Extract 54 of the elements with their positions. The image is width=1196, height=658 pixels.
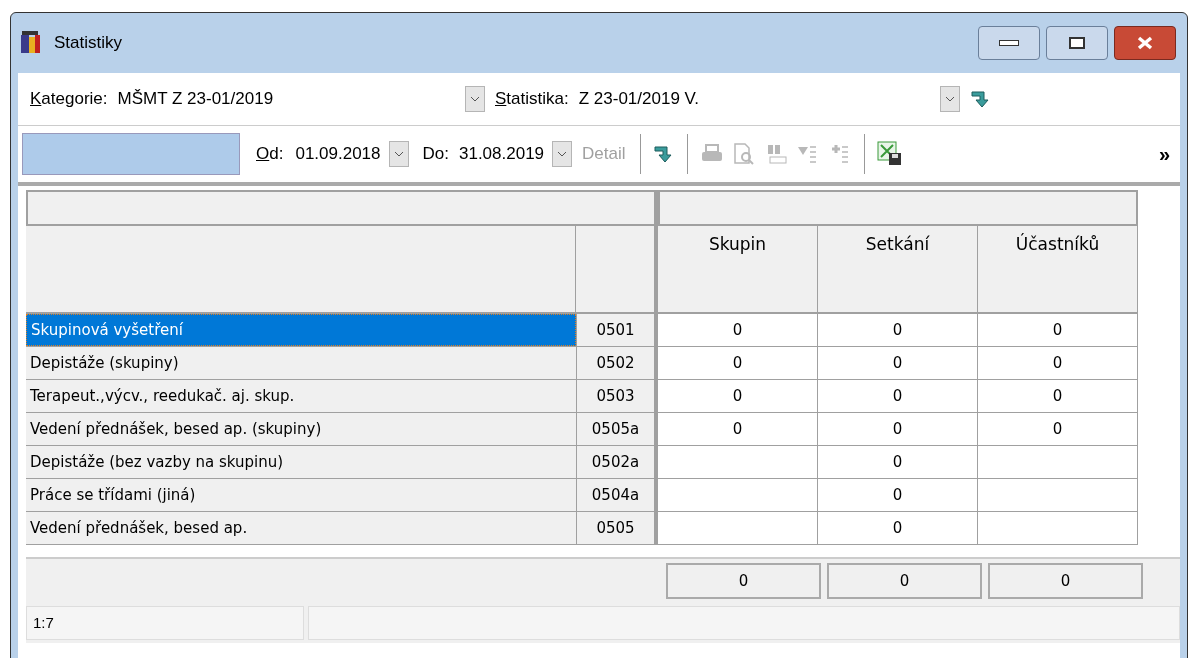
status-position: 1:7 <box>26 606 304 640</box>
search-field[interactable] <box>22 133 240 175</box>
dropdown-button[interactable] <box>940 86 960 112</box>
field-label: Statistika: <box>495 88 569 111</box>
chevron-down-icon <box>557 151 568 157</box>
date-value[interactable]: 01.09.2018 <box>295 141 381 167</box>
turn-arrow-icon[interactable] <box>970 89 992 109</box>
total-cell: 0 <box>666 563 821 599</box>
row-code: 0503 <box>576 380 658 412</box>
dropdown-button[interactable] <box>552 141 573 167</box>
table-row[interactable]: Depistáže (skupiny) 0502 0 0 0 <box>26 347 1138 380</box>
table-row[interactable]: Depistáže (bez vazby na skupinu) 0502a 0 <box>26 446 1138 479</box>
row-code: 0505a <box>576 413 658 445</box>
row-code: 0502a <box>576 446 658 478</box>
row-code: 0505 <box>576 512 658 544</box>
window-title: Statistiky <box>54 32 123 55</box>
chevron-down-icon <box>470 96 480 102</box>
total-cell: 0 <box>827 563 982 599</box>
column-header: Účastníků <box>1015 232 1100 256</box>
spreadsheet-save-icon[interactable] <box>876 141 903 167</box>
total-cell: 0 <box>988 563 1143 599</box>
field-label: Kategorie: <box>30 88 108 111</box>
table-row[interactable]: Práce se třídami (jiná) 0504a 0 <box>26 479 1138 512</box>
row-code: 0504a <box>576 479 658 511</box>
dropdown-button[interactable] <box>465 86 485 112</box>
row-code: 0501 <box>576 314 658 346</box>
table-row[interactable]: Vedení přednášek, besed ap. (skupiny) 0505a 0 0 0 <box>26 413 1138 446</box>
close-icon <box>1136 36 1154 50</box>
row-name: Vedení přednášek, besed ap. (skupiny) <box>26 413 576 445</box>
row-name: Práce se třídami (jiná) <box>26 479 576 511</box>
table-row[interactable]: Skupinová vyšetření 0501 0 0 0 <box>26 314 1138 347</box>
maximize-button[interactable] <box>1046 26 1108 60</box>
chevron-down-icon <box>393 151 404 157</box>
table-row[interactable]: Terapeut.,výcv., reedukač. aj. skup. 0503 0 0 0 <box>26 380 1138 413</box>
field-label: Od: <box>256 143 284 166</box>
select-value[interactable]: Z 23-01/2019 V. <box>578 86 930 112</box>
column-header: Setkání <box>865 233 930 256</box>
close-button[interactable] <box>1114 26 1176 60</box>
field-label: Do: <box>422 143 449 166</box>
row-name: Terapeut.,výcv., reedukač. aj. skup. <box>26 380 576 412</box>
row-name: Vedení přednášek, besed ap. <box>26 512 576 544</box>
overflow-chevron[interactable]: » <box>1158 144 1170 164</box>
table-row[interactable]: Vedení přednášek, besed ap. 0505 0 <box>26 512 1138 545</box>
row-name: Depistáže (skupiny) <box>26 347 576 379</box>
row-code: 0502 <box>576 347 658 379</box>
chevron-down-icon <box>945 96 955 102</box>
minimize-button[interactable] <box>978 26 1040 60</box>
dropdown-button[interactable] <box>388 141 409 167</box>
turn-arrow-icon[interactable] <box>652 144 675 164</box>
select-value[interactable]: MŠMT Z 23-01/2019 <box>117 86 455 112</box>
row-name: Skupinová vyšetření <box>26 314 576 346</box>
row-name: Depistáže (bez vazby na skupinu) <box>26 446 576 478</box>
column-header: Skupin <box>708 233 767 256</box>
date-value[interactable]: 31.08.2019 <box>459 141 545 167</box>
